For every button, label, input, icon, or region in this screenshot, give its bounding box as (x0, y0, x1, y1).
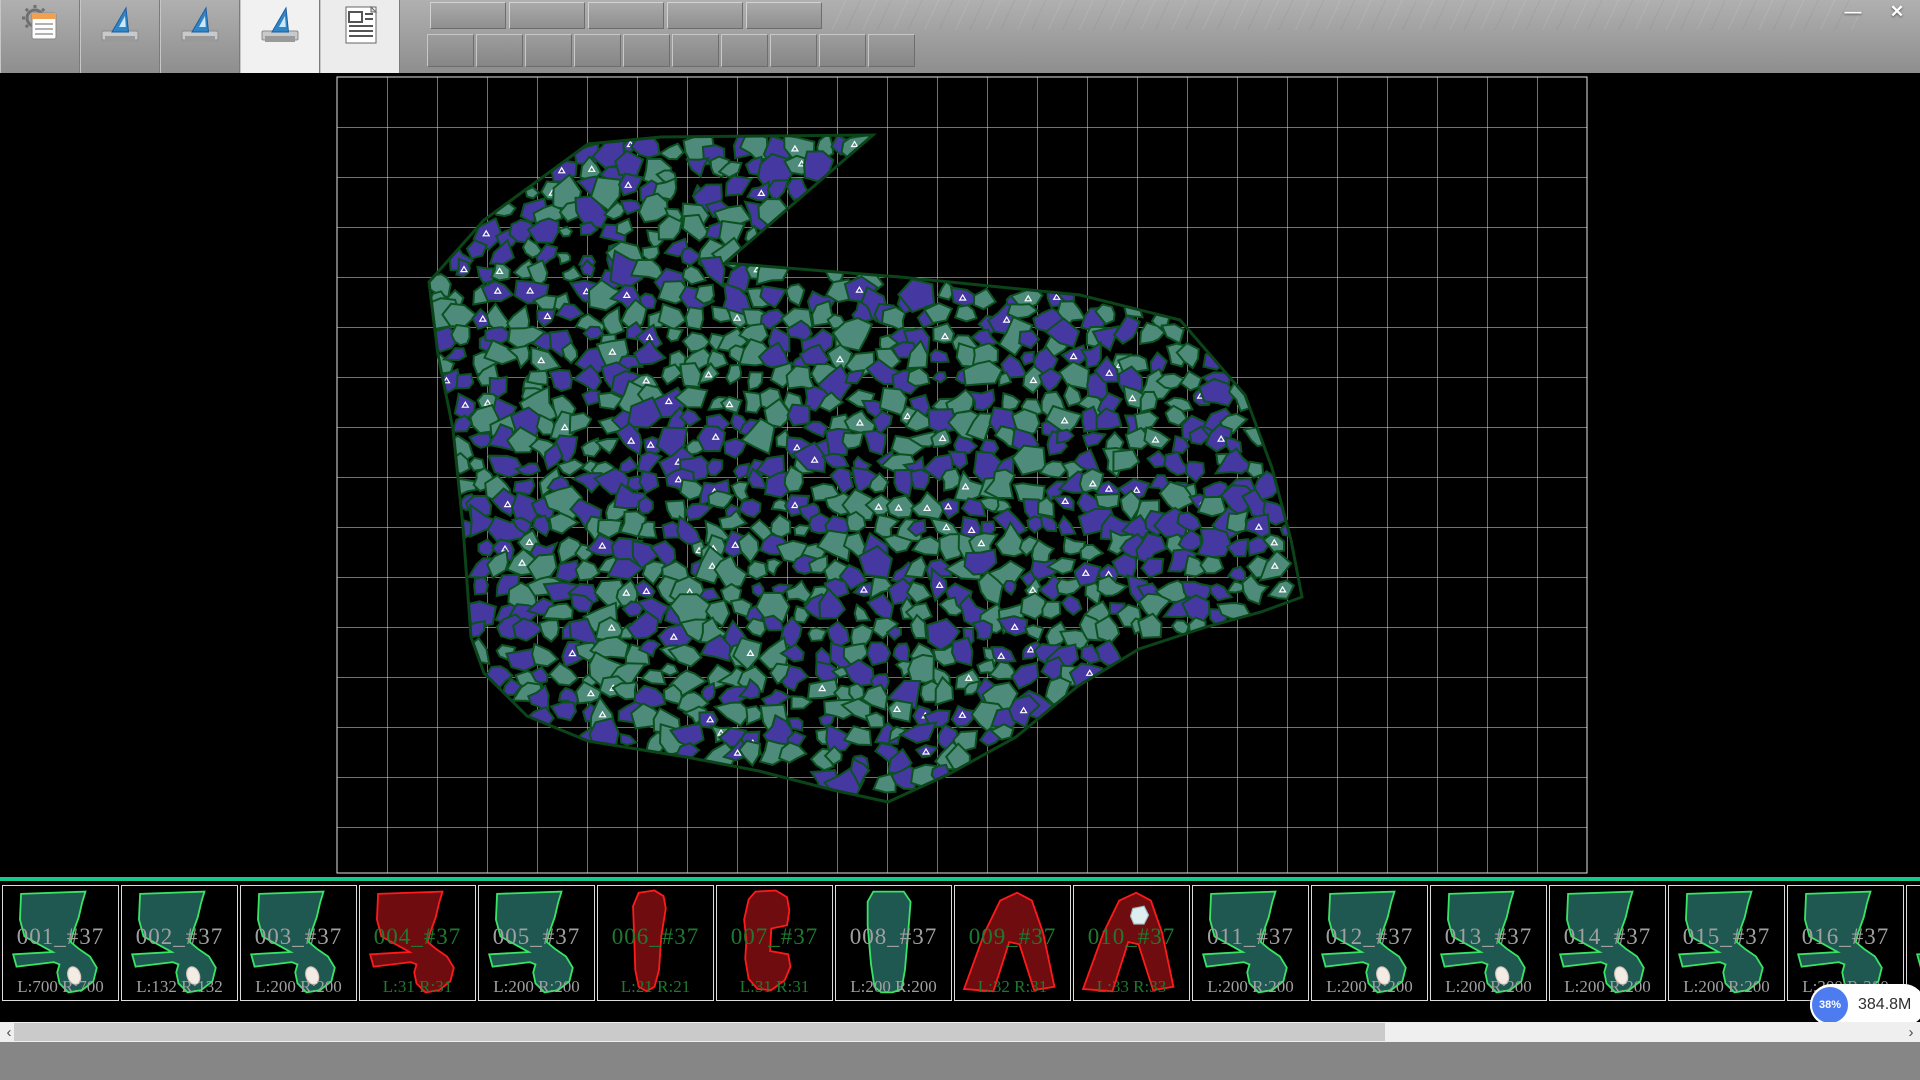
main-tab-layout[interactable] (240, 0, 320, 73)
menu-item-nesting[interactable] (667, 2, 743, 29)
memory-label: 384.8M (1858, 996, 1911, 1014)
action-snap-left[interactable] (721, 34, 768, 67)
action-select-cut[interactable] (525, 34, 572, 67)
ruler-icon (178, 3, 222, 52)
scrollbar-thumb[interactable] (14, 1023, 1385, 1041)
ruler-icon (98, 3, 142, 52)
action-camera[interactable] (476, 34, 523, 67)
titlebar-texture (830, 0, 1860, 30)
piece-shape (955, 886, 1068, 998)
piece-thumbnail[interactable]: 006_#37L:21 R:21 (597, 885, 714, 1001)
gear-notebook-icon (18, 3, 62, 52)
title-bar: — ✕ (0, 0, 1920, 73)
piece-thumbnail[interactable]: 012_#37L:200 R:200 (1311, 885, 1428, 1001)
piece-shape (3, 886, 116, 998)
piece-shape (1550, 886, 1663, 998)
horizontal-scrollbar[interactable]: ‹ › (0, 1022, 1920, 1042)
action-snap-down[interactable] (868, 34, 915, 67)
action-cut-all[interactable] (574, 34, 621, 67)
close-button[interactable]: ✕ (1882, 1, 1912, 23)
piece-thumbnail[interactable]: 009_#37L:32 R:31 (954, 885, 1071, 1001)
action-region[interactable] (623, 34, 670, 67)
main-tab-settings[interactable] (160, 0, 240, 73)
piece-thumbnail[interactable]: 003_#37L:200 R:200 (240, 885, 357, 1001)
piece-thumbnail[interactable]: 007_#37L:31 R:31 (716, 885, 833, 1001)
piece-shape (598, 886, 711, 998)
menu-item-edit[interactable] (509, 2, 585, 29)
minimize-button[interactable]: — (1838, 1, 1868, 23)
action-toolbar (427, 34, 917, 67)
menu-item-region[interactable] (588, 2, 664, 29)
scroll-right-arrow-icon[interactable]: › (1902, 1022, 1920, 1042)
piece-thumbnail[interactable]: 013_#37L:200 R:200 (1430, 885, 1547, 1001)
piece-shape (1193, 886, 1306, 998)
piece-shape (360, 886, 473, 998)
piece-shape (1788, 886, 1901, 998)
progress-circle: 38% (1810, 985, 1850, 1025)
report-icon (338, 3, 382, 52)
piece-shape (122, 886, 235, 998)
piece-thumbnail[interactable]: 014_#37L:200 R:200 (1549, 885, 1666, 1001)
piece-thumbnail[interactable]: 005_#37L:200 R:200 (478, 885, 595, 1001)
piece-shape (836, 886, 949, 998)
piece-thumbnail[interactable]: 008_#37L:200 R:200 (835, 885, 952, 1001)
piece-thumbnail[interactable]: 011_#37L:200 R:200 (1192, 885, 1309, 1001)
main-tab-design[interactable] (80, 0, 160, 73)
piece-thumbnail[interactable]: 004_#37L:31 R:31 (359, 885, 476, 1001)
strip-footer (0, 1007, 1920, 1022)
piece-shape (1074, 886, 1187, 998)
piece-shape (1907, 886, 1920, 998)
ruler-icon (258, 3, 302, 52)
progress-badge[interactable]: 38% 384.8M (1810, 984, 1920, 1026)
main-tab-report[interactable] (320, 0, 400, 73)
nesting-canvas[interactable] (0, 73, 1920, 877)
piece-thumbnail[interactable]: 010_#37L:33 R:33 (1073, 885, 1190, 1001)
window-controls: — ✕ (1838, 1, 1912, 23)
piece-thumbnail[interactable]: 015_#37L:200 R:200 (1668, 885, 1785, 1001)
menu-item-properties[interactable] (430, 2, 506, 29)
main-tab-system[interactable] (0, 0, 80, 73)
canvas-area (0, 73, 1920, 877)
thumbnail-strip: 001_#37L:700 R:700002_#37L:132 R:132003_… (0, 877, 1920, 1007)
main-toolbar (0, 0, 400, 73)
piece-shape (717, 886, 830, 998)
action-defect[interactable] (672, 34, 719, 67)
piece-thumbnail[interactable]: 002_#37L:132 R:132 (121, 885, 238, 1001)
piece-shape (1669, 886, 1782, 998)
action-cluster-nest[interactable] (427, 34, 474, 67)
action-snap-up[interactable] (819, 34, 866, 67)
piece-thumbnail[interactable]: 001_#37L:700 R:700 (2, 885, 119, 1001)
piece-shape (479, 886, 592, 998)
window-bottom-edge (0, 1042, 1920, 1080)
menu-bar (430, 2, 825, 29)
action-snap-right[interactable] (770, 34, 817, 67)
menu-item-interact[interactable] (746, 2, 822, 29)
piece-shape (1312, 886, 1425, 998)
piece-shape (241, 886, 354, 998)
piece-shape (1431, 886, 1544, 998)
